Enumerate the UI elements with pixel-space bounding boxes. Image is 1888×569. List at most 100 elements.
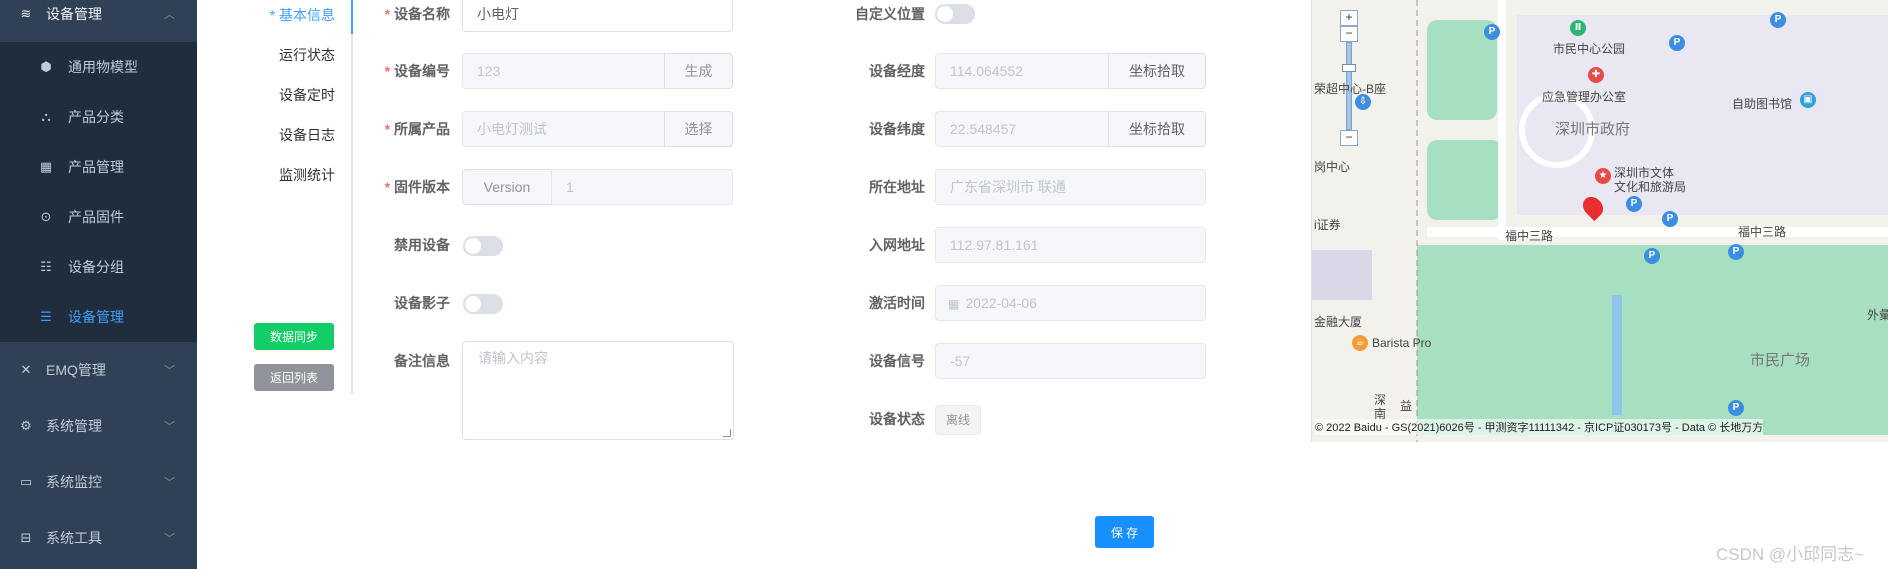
device-no-input: 123 xyxy=(462,53,666,89)
sidebar-item-product-category[interactable]: ⛬ 产品分类 xyxy=(0,92,197,142)
culture-bureau-icon: ★ xyxy=(1595,168,1611,184)
device-name-label: 设备名称 xyxy=(340,0,450,32)
firmware-icon: ⊙ xyxy=(40,209,52,224)
chevron-up-icon: ︿ xyxy=(164,9,175,21)
calendar-icon: ▦ xyxy=(948,297,960,311)
disable-device-label: 禁用设备 xyxy=(394,237,450,253)
emq-icon: ✕ xyxy=(20,362,32,377)
map-label: 自助图书馆 xyxy=(1732,97,1793,111)
map-copyright: © 2022 Baidu - GS(2021)6026号 - 甲测资字11111… xyxy=(1315,419,1764,435)
sidebar-group-label: 系统管理 xyxy=(46,418,102,434)
chevron-down-icon: ﹀ xyxy=(164,421,175,433)
select-product-button[interactable]: 选择 xyxy=(664,111,733,147)
sidebar-group-tools[interactable]: ⊟ 系统工具 ﹀ xyxy=(0,513,197,563)
map-canvas xyxy=(1312,0,1888,442)
sidebar-item-label: 产品分类 xyxy=(68,109,124,125)
map-label: 荣超中心-B座 xyxy=(1314,82,1387,96)
watermark: CSDN @小邱同志~ xyxy=(1716,545,1865,564)
sidebar-item-device-group[interactable]: ☷ 设备分组 xyxy=(0,242,197,292)
sidebar-item-label: 产品固件 xyxy=(68,209,124,225)
pick-coordinate-button[interactable]: 坐标拾取 xyxy=(1108,111,1206,147)
group-icon: ☷ xyxy=(40,259,52,274)
address-label: 所在地址 xyxy=(869,179,925,195)
tab-device-timer[interactable]: 设备定时 xyxy=(279,75,335,115)
firmware-input: 1 xyxy=(551,169,733,205)
sidebar-item-label: 通用物模型 xyxy=(68,59,138,75)
parking-icon: P xyxy=(1770,12,1786,28)
address-input: 广东省深圳市 联通 xyxy=(935,169,1206,205)
zoom-out-button[interactable]: − xyxy=(1340,130,1358,146)
save-button[interactable]: 保 存 xyxy=(1095,516,1154,548)
sidebar-item-generic-model[interactable]: ⬢ 通用物模型 xyxy=(0,42,197,92)
remark-textarea[interactable]: 请输入内容 xyxy=(462,341,734,440)
device-name-input[interactable]: 小电灯 xyxy=(462,0,733,32)
emergency-office-icon: ✚ xyxy=(1588,67,1604,83)
sidebar-item-label: 设备管理 xyxy=(68,309,124,325)
tab-monitor-stats[interactable]: 监测统计 xyxy=(279,155,335,195)
sync-data-button[interactable]: 数据同步 xyxy=(254,323,334,350)
network-address-input: 112.97.81.161 xyxy=(935,227,1206,263)
parking-icon: P xyxy=(1669,35,1685,51)
map-label: 金融大厦 xyxy=(1314,315,1363,329)
latitude-label: 设备纬度 xyxy=(869,121,925,137)
signal-label: 设备信号 xyxy=(869,353,925,369)
chevron-down-icon: ﹀ xyxy=(164,533,175,545)
parking-icon: P xyxy=(1644,248,1660,264)
tree-icon: ⛬ xyxy=(41,109,51,124)
device-shadow-label: 设备影子 xyxy=(394,295,450,311)
chevron-down-icon: ﹀ xyxy=(164,477,175,489)
zoom-slider[interactable] xyxy=(1342,64,1356,72)
product-label: 所属产品 xyxy=(340,111,450,147)
sidebar-item-product-management[interactable]: ▦ 产品管理 xyxy=(0,142,197,192)
custom-position-label: 自定义位置 xyxy=(855,6,925,22)
resize-handle[interactable] xyxy=(723,429,731,437)
longitude-input: 114.064552 xyxy=(935,53,1110,89)
toolbox-icon: ⊟ xyxy=(20,530,32,545)
sidebar-item-product-firmware[interactable]: ⊙ 产品固件 xyxy=(0,192,197,242)
sidebar-group-system[interactable]: ⚙ 系统管理 ﹀ xyxy=(0,401,197,451)
map-label: 外彙 xyxy=(1867,308,1888,322)
parking-icon: P xyxy=(1484,24,1500,40)
sidebar-item-label: 产品管理 xyxy=(68,159,124,175)
device-list-icon: ☰ xyxy=(40,309,52,324)
custom-position-switch[interactable] xyxy=(935,4,975,24)
firmware-prepend: Version xyxy=(462,169,552,205)
sidebar-item-device-management[interactable]: ☰ 设备管理 xyxy=(0,292,197,342)
sidebar-group-label: EMQ管理 xyxy=(46,362,106,378)
map-label: 益 xyxy=(1400,399,1413,413)
zoom-in-button[interactable]: + xyxy=(1340,10,1358,26)
map-label: 市民中心公园 xyxy=(1553,42,1626,56)
disable-device-switch[interactable] xyxy=(463,236,503,256)
back-to-list-button[interactable]: 返回列表 xyxy=(254,364,334,391)
zoom-out-secondary-button[interactable]: − xyxy=(1340,26,1358,42)
sidebar-group-label: 系统工具 xyxy=(46,530,102,546)
sidebar-group-emq[interactable]: ✕ EMQ管理 ﹀ xyxy=(0,345,197,395)
activation-time-label: 激活时间 xyxy=(869,295,925,311)
monitor-icon: ▭ xyxy=(19,474,33,489)
device-shadow-switch[interactable] xyxy=(463,294,503,314)
map[interactable]: + − − Ⅱ P P P ✚ ★ P P P P P ▣ ⇩ ☕ 市民中心公园… xyxy=(1311,0,1888,442)
remark-placeholder: 请输入内容 xyxy=(478,350,548,366)
parking-icon: P xyxy=(1728,400,1744,416)
sidebar-group-monitor[interactable]: ▭ 系统监控 ﹀ xyxy=(0,457,197,507)
zoom-control: + − − xyxy=(1340,10,1358,146)
map-label: 福中三路 xyxy=(1505,229,1554,243)
tab-basic-info[interactable]: * 基本信息 xyxy=(270,0,335,35)
remark-label: 备注信息 xyxy=(394,353,450,369)
device-no-label: 设备编号 xyxy=(340,53,450,89)
tab-device-log[interactable]: 设备日志 xyxy=(279,115,335,155)
sidebar-group-device-management[interactable]: ≋ 设备管理 ︿ xyxy=(0,0,197,39)
network-address-label: 入网地址 xyxy=(869,237,925,253)
firmware-label: 固件版本 xyxy=(340,169,450,205)
pick-coordinate-button[interactable]: 坐标拾取 xyxy=(1108,53,1206,89)
sidebar-group-label: 设备管理 xyxy=(46,6,102,22)
tab-run-status[interactable]: 运行状态 xyxy=(279,35,335,75)
generate-button[interactable]: 生成 xyxy=(664,53,733,89)
map-label: i证券 xyxy=(1314,218,1341,232)
parking-icon: P xyxy=(1626,196,1642,212)
map-label: 深圳市政府 xyxy=(1555,121,1631,138)
map-label: 岗中心 xyxy=(1314,160,1351,174)
map-label: 文化和旅游局 xyxy=(1614,180,1687,194)
parking-icon: P xyxy=(1662,211,1678,227)
gear-icon: ⚙ xyxy=(20,418,32,433)
